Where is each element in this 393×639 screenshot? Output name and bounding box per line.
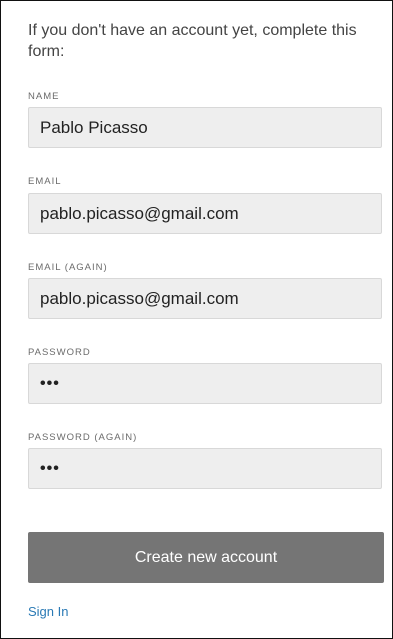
email-again-label: EMAIL (AGAIN) bbox=[28, 262, 108, 273]
email-again-input[interactable] bbox=[28, 278, 382, 319]
name-input[interactable] bbox=[28, 107, 382, 148]
name-label: NAME bbox=[28, 91, 60, 102]
password-label: PASSWORD bbox=[28, 347, 91, 358]
signup-form: If you don't have an account yet, comple… bbox=[0, 0, 393, 639]
create-account-button[interactable]: Create new account bbox=[28, 532, 384, 583]
sign-in-link[interactable]: Sign In bbox=[28, 604, 68, 619]
password-again-label: PASSWORD (AGAIN) bbox=[28, 432, 138, 443]
email-label: EMAIL bbox=[28, 176, 62, 187]
email-input[interactable] bbox=[28, 193, 382, 234]
password-again-input[interactable] bbox=[28, 448, 382, 489]
password-input[interactable] bbox=[28, 363, 382, 404]
form-intro-text: If you don't have an account yet, comple… bbox=[28, 22, 357, 60]
